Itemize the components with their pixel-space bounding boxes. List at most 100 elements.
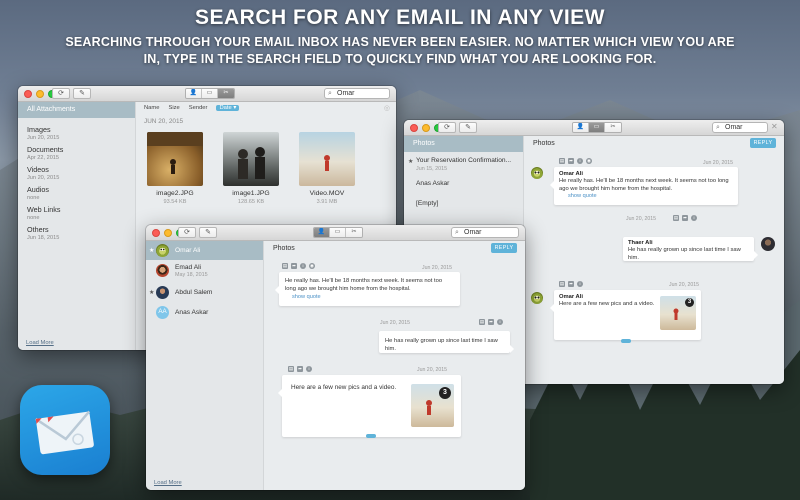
forward-icon[interactable]: ➦ <box>291 263 297 269</box>
photo-stack-thumbnail[interactable]: 3 <box>660 296 696 330</box>
attachment-thumbnail[interactable] <box>299 132 355 186</box>
contact-item-selected[interactable]: ★ Omar Ali <box>146 241 263 260</box>
info-icon[interactable]: i <box>306 366 312 372</box>
message-bubble[interactable]: Omar Ali Here are a few new pics and a v… <box>550 290 701 340</box>
search-input[interactable]: ⌕ Omar <box>451 227 519 238</box>
clear-search-icon[interactable]: ✕ <box>771 122 778 131</box>
archive-icon[interactable]: ▤ <box>673 215 679 221</box>
avatar <box>761 237 775 251</box>
attachment-name: image2.JPG <box>156 190 194 197</box>
star-icon: ★ <box>149 248 155 254</box>
info-icon[interactable]: i <box>577 158 583 164</box>
photo-stack-thumbnail[interactable]: 3 <box>411 384 454 427</box>
close-window-button[interactable] <box>410 124 418 132</box>
contacts-view-icon[interactable]: 👤 <box>314 228 330 237</box>
contact-item[interactable]: AA Anas Askar <box>146 303 263 323</box>
close-window-button[interactable] <box>24 90 32 98</box>
attachments-view-icon[interactable]: ✂ <box>218 89 234 98</box>
contacts-view-icon[interactable]: 👤 <box>186 89 202 98</box>
attachments-view-icon[interactable]: ✂ <box>605 123 621 132</box>
message-text: He has really grown up since last time I… <box>628 247 741 261</box>
titlebar: ⟳ ✎ 👤 ▭ ✂ ⌕ Omar <box>18 86 396 102</box>
forward-icon[interactable]: ➦ <box>568 158 574 164</box>
sort-name-button[interactable]: Name <box>144 105 159 111</box>
avatar <box>156 244 169 257</box>
eye-icon[interactable]: ◉ <box>586 158 592 164</box>
attachment-thumbnail[interactable] <box>147 132 203 186</box>
contacts-view-icon[interactable]: 👤 <box>573 123 589 132</box>
message-date: Jun 20, 2015 <box>626 216 656 222</box>
message-bubble[interactable]: Omar Ali He really has. He'll be 18 mont… <box>550 167 738 205</box>
collapse-icon[interactable]: ◎ <box>384 104 390 112</box>
message-date: Jun 20, 2015 <box>703 160 733 166</box>
sort-sender-button[interactable]: Sender <box>189 105 208 111</box>
sidebar-item-all-attachments[interactable]: All Attachments <box>18 102 135 118</box>
archive-icon[interactable]: ▤ <box>559 281 565 287</box>
show-quote-link[interactable]: show quote <box>568 193 733 199</box>
info-icon[interactable]: i <box>300 263 306 269</box>
archive-icon[interactable]: ▤ <box>479 319 485 325</box>
archive-icon[interactable]: ▤ <box>282 263 288 269</box>
sort-date-button[interactable]: Date ▾ <box>216 105 240 111</box>
compose-button[interactable]: ✎ <box>73 88 91 99</box>
search-value: Omar <box>464 229 482 236</box>
titlebar: ⟳ ✎ 👤 ▭ ✂ ⌕ Omar ✕ <box>404 120 784 136</box>
contact-name: Omar Ali <box>175 247 201 254</box>
threads-view-icon[interactable]: ▭ <box>589 123 605 132</box>
message-bubble[interactable]: Thaer Ali He has really grown up since l… <box>623 237 758 261</box>
compose-button[interactable]: ✎ <box>459 122 477 133</box>
app-icon <box>20 385 110 475</box>
minimize-window-button[interactable] <box>36 90 44 98</box>
search-input[interactable]: ⌕ Omar <box>712 122 768 133</box>
photo-count-badge: 3 <box>439 387 451 399</box>
more-indicator[interactable] <box>366 434 376 438</box>
compose-button[interactable]: ✎ <box>199 227 217 238</box>
minimize-window-button[interactable] <box>164 229 172 237</box>
sidebar-item-documents[interactable]: Documents Apr 22, 2015 <box>18 141 135 161</box>
forward-icon[interactable]: ➦ <box>682 215 688 221</box>
forward-icon[interactable]: ➦ <box>568 281 574 287</box>
refresh-button[interactable]: ⟳ <box>178 227 196 238</box>
info-icon[interactable]: i <box>691 215 697 221</box>
message-bubble[interactable]: He really has. He'll be 18 months next w… <box>275 272 460 306</box>
reply-button[interactable]: REPLY <box>750 138 776 148</box>
archive-icon[interactable]: ▤ <box>559 158 565 164</box>
contact-item[interactable]: ★ Abdul Salem <box>146 283 263 303</box>
message-bubble[interactable]: He has really grown up since last time I… <box>379 331 514 353</box>
message-actions: ▤ ➦ i <box>479 319 503 325</box>
archive-icon[interactable]: ▤ <box>288 366 294 372</box>
thread-item[interactable]: [Empty] <box>404 198 523 216</box>
sort-size-button[interactable]: Size <box>168 105 179 111</box>
attachment-thumbnail[interactable] <box>223 132 279 186</box>
info-icon[interactable]: i <box>577 281 583 287</box>
child-photo-icon <box>147 132 203 174</box>
thread-item[interactable]: Anas Askar <box>404 178 523 196</box>
sidebar-item-images[interactable]: Images Jun 20, 2015 <box>18 121 135 141</box>
contact-item[interactable]: Emad Ali May 18, 2015 <box>146 262 263 282</box>
eye-icon[interactable]: ◉ <box>309 263 315 269</box>
reply-button[interactable]: REPLY <box>491 243 517 253</box>
avatar-initials: AA <box>156 306 169 319</box>
refresh-button[interactable]: ⟳ <box>438 122 456 133</box>
load-more-link[interactable]: Load More <box>154 480 182 486</box>
forward-icon[interactable]: ➦ <box>488 319 494 325</box>
threads-view-icon[interactable]: ▭ <box>202 89 218 98</box>
info-icon[interactable]: i <box>497 319 503 325</box>
sidebar-item-web-links[interactable]: Web Links none <box>18 201 135 221</box>
sidebar-item-others[interactable]: Others Jun 18, 2015 <box>18 221 135 241</box>
close-window-button[interactable] <box>152 229 160 237</box>
threads-view-icon[interactable]: ▭ <box>330 228 346 237</box>
refresh-button[interactable]: ⟳ <box>52 88 70 99</box>
more-indicator[interactable] <box>621 339 631 343</box>
message-actions: ▤ ➦ i <box>673 215 697 221</box>
thread-item-photos[interactable]: Photos <box>404 136 523 152</box>
sidebar-item-audios[interactable]: Audios none <box>18 181 135 201</box>
forward-icon[interactable]: ➦ <box>297 366 303 372</box>
message-bubble[interactable]: Here are a few new pics and a video. 3 <box>278 375 461 437</box>
minimize-window-button[interactable] <box>422 124 430 132</box>
search-input[interactable]: ⌕ Omar <box>324 88 390 99</box>
attachments-view-icon[interactable]: ✂ <box>346 228 362 237</box>
load-more-link[interactable]: Load More <box>26 340 54 346</box>
sidebar-item-videos[interactable]: Videos Jun 20, 2015 <box>18 161 135 181</box>
show-quote-link[interactable]: show quote <box>292 294 454 300</box>
